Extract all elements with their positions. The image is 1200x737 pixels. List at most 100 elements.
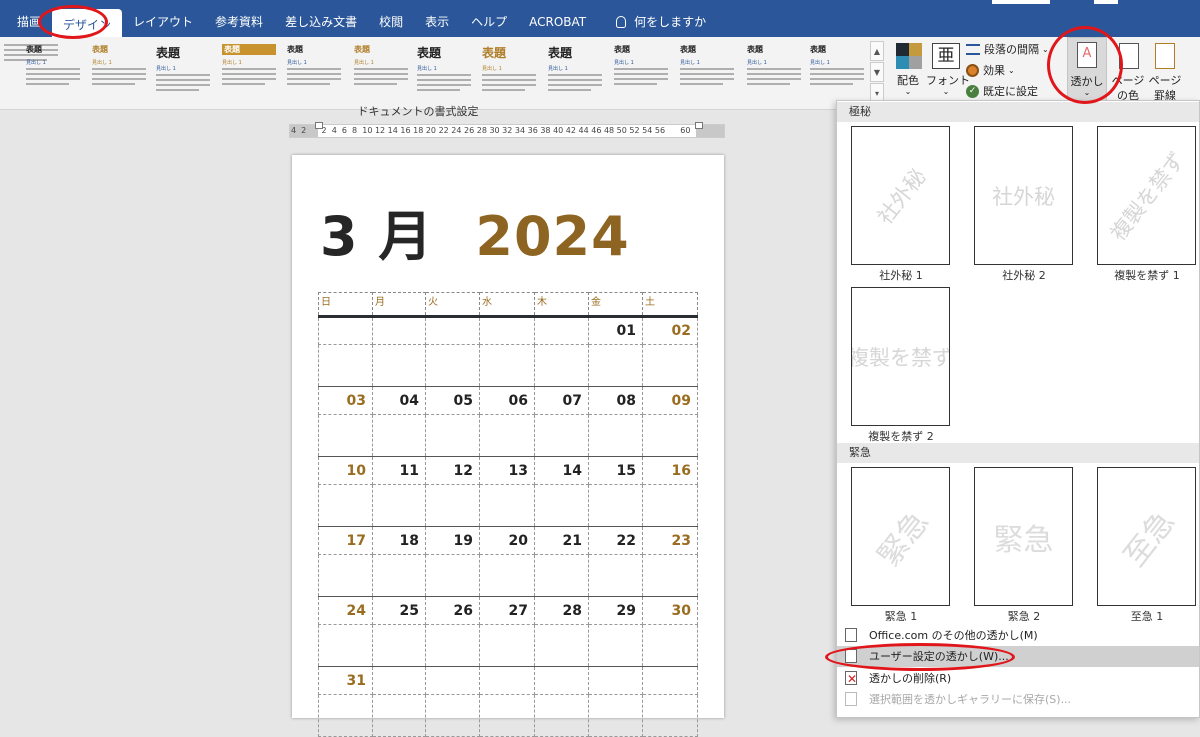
colors-button[interactable]: 配色 ⌄ xyxy=(888,39,928,105)
day-cell[interactable] xyxy=(588,666,643,695)
notes-cell[interactable] xyxy=(588,484,643,527)
day-cell[interactable]: 22 xyxy=(588,526,643,555)
notes-cell[interactable] xyxy=(534,484,589,527)
tab-draw[interactable]: 描画 xyxy=(6,8,52,36)
style-set-13[interactable]: 表題 見出し 1 xyxy=(743,41,805,103)
day-cell[interactable] xyxy=(534,666,589,695)
page-borders-button[interactable]: ページ 罫線 xyxy=(1146,39,1184,105)
page-color-button[interactable]: ページ の色 xyxy=(1107,39,1149,105)
notes-cell[interactable] xyxy=(642,554,698,597)
calendar-table[interactable]: 日月火水木金土 01 02 03 04 05 06 07 08 09 10 11 12 13 14 15 16 1… xyxy=(318,292,698,737)
notes-cell[interactable] xyxy=(425,624,480,667)
style-set-14[interactable]: 表題 見出し 1 xyxy=(806,41,866,103)
notes-cell[interactable] xyxy=(588,694,643,737)
notes-cell[interactable] xyxy=(425,554,480,597)
day-cell[interactable]: 03 xyxy=(318,386,373,415)
horizontal-ruler[interactable]: 4 2 2 4 6 8 10 12 14 16 18 20 22 24 26 2… xyxy=(289,122,725,138)
notes-cell[interactable] xyxy=(425,694,480,737)
day-cell[interactable]: 19 xyxy=(425,526,480,555)
day-cell[interactable]: 15 xyxy=(588,456,643,485)
day-cell[interactable]: 28 xyxy=(534,596,589,625)
style-set-10[interactable]: 表題 見出し 1 xyxy=(544,41,606,103)
tab-mailings[interactable]: 差し込み文書 xyxy=(274,8,368,36)
gallery-scroll[interactable]: ▲ ▼ ▾ xyxy=(870,41,884,103)
tab-help[interactable]: ヘルプ xyxy=(460,8,518,36)
notes-cell[interactable] xyxy=(479,414,535,457)
day-cell[interactable]: 05 xyxy=(425,386,480,415)
style-set-12[interactable]: 表題 見出し 1 xyxy=(676,41,738,103)
day-cell[interactable] xyxy=(372,666,426,695)
notes-cell[interactable] xyxy=(318,554,373,597)
watermark-thumbnail[interactable]: 複製を禁ず xyxy=(1097,126,1196,265)
day-cell[interactable]: 16 xyxy=(642,456,698,485)
notes-cell[interactable] xyxy=(642,484,698,527)
watermark-thumbnail[interactable]: 社外秘 xyxy=(974,126,1073,265)
day-cell[interactable] xyxy=(372,316,426,345)
day-cell[interactable]: 21 xyxy=(534,526,589,555)
day-cell[interactable]: 04 xyxy=(372,386,426,415)
style-set-3[interactable]: 表題 見出し 1 xyxy=(88,41,150,103)
menu-item-1[interactable]: Office.com のその他の透かし(M) xyxy=(837,625,1199,646)
right-indent-marker[interactable] xyxy=(695,122,703,129)
notes-cell[interactable] xyxy=(372,694,426,737)
style-set-9[interactable]: 表題 見出し 1 xyxy=(478,41,540,103)
menu-item-2[interactable]: ユーザー設定の透かし(W)... xyxy=(837,646,1199,667)
day-cell[interactable]: 02 xyxy=(642,316,698,345)
day-cell[interactable]: 12 xyxy=(425,456,480,485)
day-cell[interactable] xyxy=(425,316,480,345)
tab-acrobat[interactable]: ACROBAT xyxy=(518,8,597,36)
notes-cell[interactable] xyxy=(642,344,698,387)
notes-cell[interactable] xyxy=(642,624,698,667)
set-default-button[interactable]: ✓ 既定に設定 xyxy=(966,83,1038,99)
notes-cell[interactable] xyxy=(372,414,426,457)
notes-cell[interactable] xyxy=(479,624,535,667)
day-cell[interactable]: 17 xyxy=(318,526,373,555)
day-cell[interactable]: 11 xyxy=(372,456,426,485)
day-cell[interactable] xyxy=(318,316,373,345)
notes-cell[interactable] xyxy=(534,414,589,457)
day-cell[interactable] xyxy=(425,666,480,695)
style-set-11[interactable]: 表題 見出し 1 xyxy=(610,41,672,103)
day-cell[interactable]: 06 xyxy=(479,386,535,415)
tab-view[interactable]: 表示 xyxy=(414,8,460,36)
style-set-8[interactable]: 表題 見出し 1 xyxy=(413,41,475,103)
watermark-thumbnail[interactable]: 複製を禁ず xyxy=(851,287,950,426)
gallery-down-icon[interactable]: ▼ xyxy=(870,62,884,82)
tab-review[interactable]: 校閲 xyxy=(368,8,414,36)
notes-cell[interactable] xyxy=(372,624,426,667)
day-cell[interactable]: 01 xyxy=(588,316,643,345)
tab-references[interactable]: 参考資料 xyxy=(204,8,274,36)
day-cell[interactable]: 07 xyxy=(534,386,589,415)
notes-cell[interactable] xyxy=(479,484,535,527)
left-indent-marker[interactable] xyxy=(315,122,323,129)
paragraph-spacing-button[interactable]: 段落の間隔 ⌄ xyxy=(966,41,1049,57)
style-set-gallery[interactable]: 表題 見出し 1 表題 見出し 1 表題 見出し 1 表題 見出し 1 表題 見出し 1 表題 見出し… xyxy=(0,41,866,105)
notes-cell[interactable] xyxy=(425,484,480,527)
day-cell[interactable]: 08 xyxy=(588,386,643,415)
notes-cell[interactable] xyxy=(534,554,589,597)
day-cell[interactable]: 26 xyxy=(425,596,480,625)
watermark-thumbnail[interactable]: 至急 xyxy=(1097,467,1196,606)
day-cell[interactable]: 27 xyxy=(479,596,535,625)
notes-cell[interactable] xyxy=(642,414,698,457)
day-cell[interactable] xyxy=(479,666,535,695)
watermark-button[interactable]: A 透かし ⌄ xyxy=(1067,37,1107,103)
notes-cell[interactable] xyxy=(534,694,589,737)
style-set-7[interactable]: 表題 見出し 1 xyxy=(350,41,412,103)
notes-cell[interactable] xyxy=(588,344,643,387)
tell-me-box[interactable]: 何をしますか xyxy=(605,8,717,36)
day-cell[interactable] xyxy=(479,316,535,345)
day-cell[interactable]: 20 xyxy=(479,526,535,555)
notes-cell[interactable] xyxy=(318,484,373,527)
style-set-5[interactable]: 表題 見出し 1 xyxy=(218,41,280,103)
watermark-thumbnail[interactable]: 社外秘 xyxy=(851,126,950,265)
effects-button[interactable]: 効果 ⌄ xyxy=(966,62,1015,78)
notes-cell[interactable] xyxy=(588,624,643,667)
day-cell[interactable]: 14 xyxy=(534,456,589,485)
fonts-button[interactable]: 亜 フォント ⌄ xyxy=(926,39,970,105)
day-cell[interactable]: 24 xyxy=(318,596,373,625)
notes-cell[interactable] xyxy=(372,484,426,527)
day-cell[interactable]: 29 xyxy=(588,596,643,625)
notes-cell[interactable] xyxy=(588,554,643,597)
notes-cell[interactable] xyxy=(372,344,426,387)
